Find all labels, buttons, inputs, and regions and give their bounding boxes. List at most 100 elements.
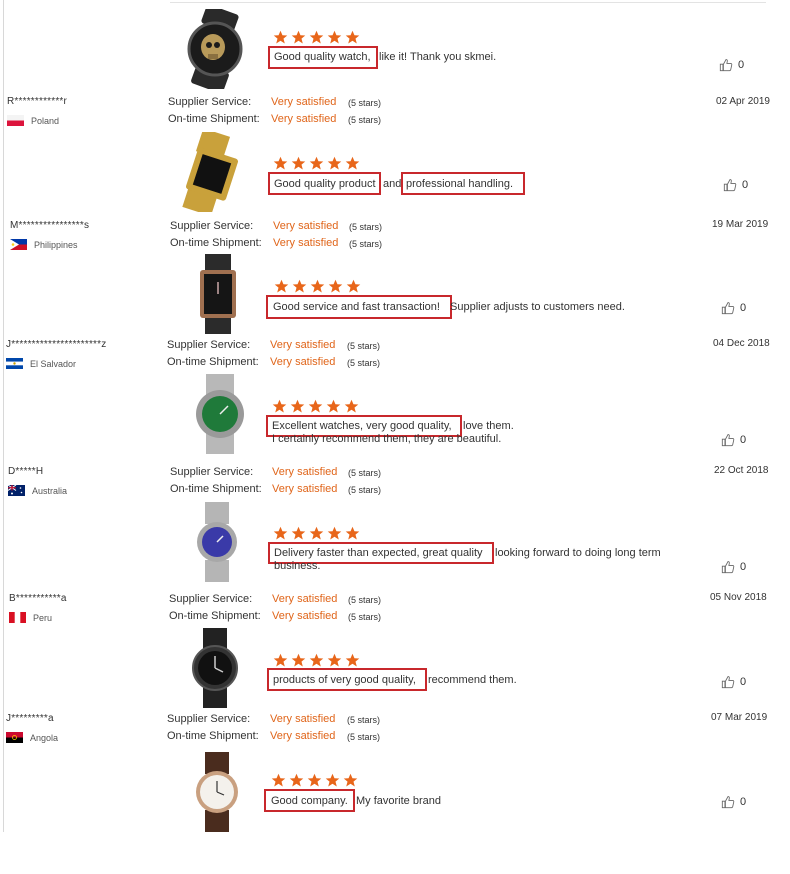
review-text: Supplier adjusts to customers need.	[450, 301, 625, 313]
country-name: Poland	[31, 115, 60, 126]
star-icon	[309, 653, 324, 667]
star-icon	[289, 773, 304, 787]
star-icon	[273, 653, 288, 667]
review-highlight-text: Delivery faster than expected, great qua…	[274, 547, 483, 559]
thumbs-up-icon	[721, 434, 735, 447]
star-icon	[272, 399, 287, 413]
star-icon	[345, 653, 360, 667]
shipment-value: Very satisfied	[273, 237, 339, 249]
thumbs-up-icon	[721, 561, 735, 574]
country-name: Peru	[33, 612, 53, 623]
supplier-service-stars: (5 stars)	[348, 98, 382, 108]
reviewer-country: Angola	[6, 732, 58, 743]
helpful-button[interactable]: 0	[721, 301, 746, 315]
helpful-button[interactable]: 0	[721, 675, 746, 689]
like-count: 0	[740, 434, 747, 446]
supplier-service-value: Very satisfied	[272, 593, 338, 605]
review-highlight-text: Excellent watches, very good quality,	[272, 420, 452, 432]
star-icon	[307, 773, 322, 787]
shipment-stars: (5 stars)	[349, 239, 383, 249]
rating-stars	[273, 526, 360, 542]
supplier-service-label: Supplier Service:	[168, 96, 252, 108]
shipment-stars: (5 stars)	[348, 115, 382, 125]
reviewer-country: El Salvador	[6, 358, 76, 369]
reviewer-name: J**********************z	[6, 339, 107, 350]
thumbs-up-icon	[721, 676, 735, 689]
shipment-stars: (5 stars)	[347, 732, 381, 742]
supplier-service-value: Very satisfied	[272, 466, 338, 478]
reviewer-country: Poland	[7, 115, 59, 126]
review-text-line2: I certainly recommend them, they are bea…	[272, 433, 502, 445]
review-text: love them.	[463, 420, 514, 432]
star-icon	[345, 30, 360, 44]
peru-flag-icon	[9, 612, 26, 623]
helpful-button[interactable]: 0	[721, 560, 746, 574]
reviewer-country: Peru	[9, 612, 52, 623]
reviewer-country: Australia	[8, 485, 67, 496]
star-icon	[346, 279, 361, 293]
thumbs-up-icon	[721, 302, 735, 315]
shipment-value: Very satisfied	[272, 610, 338, 622]
review-text: like it! Thank you skmei.	[379, 51, 497, 63]
review-text-line2: business.	[274, 560, 321, 572]
review-date: 22 Oct 2018	[714, 465, 769, 476]
star-icon	[291, 30, 306, 44]
review-highlight-text: professional handling.	[406, 178, 514, 190]
supplier-service-stars: (5 stars)	[348, 595, 382, 605]
rating-stars	[272, 399, 359, 415]
reviewer-name: J*********a	[6, 713, 54, 724]
star-icon	[343, 773, 358, 787]
review-highlight-text: products of very good quality,	[273, 674, 416, 686]
star-icon	[345, 156, 360, 170]
review-highlight-text: Good quality product	[274, 178, 376, 190]
supplier-service-value: Very satisfied	[273, 220, 339, 232]
star-icon	[325, 773, 340, 787]
shipment-stars: (5 stars)	[348, 612, 382, 622]
supplier-service-stars: (5 stars)	[347, 341, 381, 351]
el-salvador-flag-icon	[6, 358, 23, 369]
star-icon	[328, 279, 343, 293]
review-text: and	[383, 178, 402, 190]
review-highlight-text: Good quality watch,	[274, 51, 371, 63]
helpful-button[interactable]: 0	[719, 58, 744, 72]
skull-watch-icon	[187, 9, 243, 89]
country-name: Philippines	[34, 239, 78, 250]
thumbs-up-icon	[719, 59, 733, 72]
star-icon	[291, 526, 306, 540]
helpful-button[interactable]: 0	[721, 795, 746, 809]
star-icon	[309, 156, 324, 170]
supplier-service-label: Supplier Service:	[170, 220, 254, 232]
like-count: 0	[740, 676, 747, 688]
country-name: Angola	[30, 732, 59, 743]
star-icon	[290, 399, 305, 413]
review-date: 04 Dec 2018	[713, 338, 770, 349]
reviewer-name: D*****H	[8, 466, 44, 477]
helpful-button[interactable]: 0	[723, 178, 748, 192]
supplier-service-stars: (5 stars)	[348, 468, 382, 478]
rating-stars	[271, 773, 358, 789]
black-watch-icon	[192, 628, 238, 708]
review-text: recommend them.	[428, 674, 517, 686]
shipment-label: On-time Shipment:	[170, 483, 262, 495]
country-name: Australia	[32, 485, 68, 496]
australia-flag-icon	[8, 485, 25, 496]
star-icon	[274, 279, 289, 293]
like-count: 0	[738, 59, 745, 71]
review-date: 05 Nov 2018	[710, 592, 767, 603]
helpful-button[interactable]: 0	[721, 433, 746, 447]
shipment-stars: (5 stars)	[347, 358, 381, 368]
review-date: 19 Mar 2019	[712, 219, 769, 230]
shipment-value: Very satisfied	[272, 483, 338, 495]
green-dial-watch-icon	[196, 374, 244, 454]
rating-stars	[274, 279, 361, 295]
blue-dial-watch-icon	[197, 502, 237, 582]
like-count: 0	[740, 796, 747, 808]
top-divider	[170, 2, 766, 3]
reviewer-name: R************r	[7, 96, 68, 107]
star-icon	[291, 653, 306, 667]
review-highlight-text: Good company.	[271, 795, 348, 807]
shipment-label: On-time Shipment:	[167, 356, 259, 368]
star-icon	[292, 279, 307, 293]
review-date: 07 Mar 2019	[711, 712, 768, 723]
star-icon	[327, 30, 342, 44]
